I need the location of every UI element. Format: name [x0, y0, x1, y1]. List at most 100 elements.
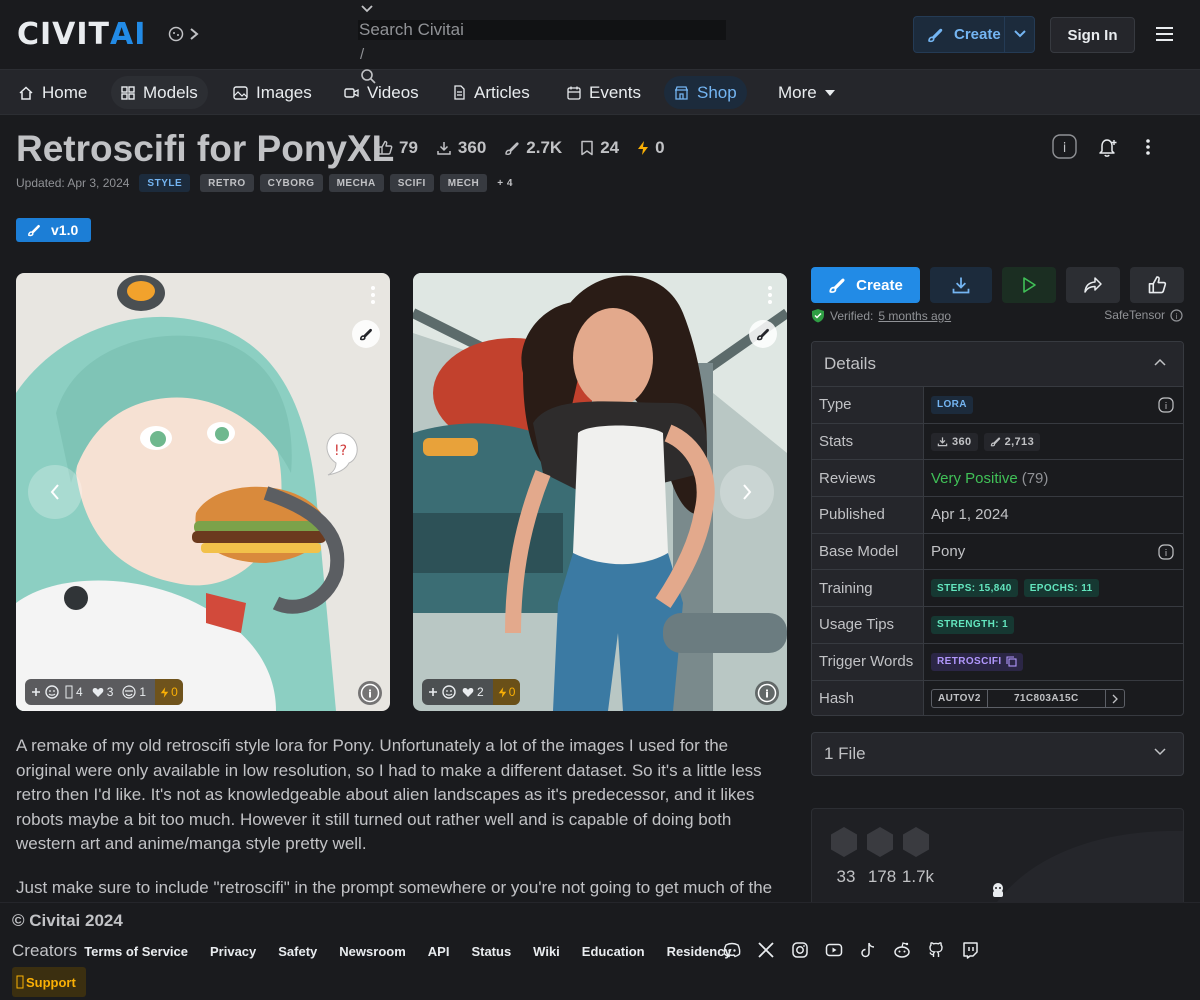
footer-link-education[interactable]: Education — [582, 944, 645, 959]
nav-more[interactable]: More — [768, 76, 845, 109]
model-actions: Create — [811, 267, 1184, 303]
youtube-icon[interactable] — [825, 941, 843, 959]
info-icon[interactable]: i — [1158, 544, 1174, 560]
files-label: 1 File — [824, 744, 866, 763]
reaction-laugh[interactable]: 4 — [65, 685, 83, 699]
download-icon — [937, 436, 948, 447]
reddit-icon[interactable] — [893, 941, 911, 959]
support-button[interactable]: Support — [12, 967, 86, 997]
share-button[interactable] — [1066, 267, 1120, 303]
image-menu-icon[interactable] — [370, 285, 376, 305]
detail-row-usage-tips: Usage Tips STRENGTH: 1 — [812, 607, 1183, 644]
footer-link-newsroom[interactable]: Newsroom — [339, 944, 405, 959]
creator-stat-value: 1.7k — [901, 867, 935, 886]
add-reaction-icon[interactable] — [428, 684, 458, 700]
nav-events[interactable]: Events — [557, 76, 651, 109]
footer-links: Creators Terms of Service Privacy Safety… — [12, 941, 754, 961]
footer-link-status[interactable]: Status — [471, 944, 511, 959]
nav-articles[interactable]: Articles — [443, 76, 540, 109]
twitch-icon[interactable] — [961, 941, 979, 959]
files-accordion[interactable]: 1 File — [811, 732, 1184, 776]
remix-brush-icon[interactable] — [352, 320, 380, 348]
footer-link-residency[interactable]: Residency — [667, 944, 732, 959]
reaction-heart[interactable]: 2 — [462, 685, 484, 699]
sign-in-button[interactable]: Sign In — [1050, 17, 1135, 53]
search-bar[interactable]: / — [358, 0, 728, 70]
social-links — [723, 941, 979, 959]
tag-cyborg[interactable]: CYBORG — [259, 174, 323, 192]
stat-generations-value: 2,713 — [1004, 435, 1035, 448]
discord-icon[interactable] — [723, 941, 741, 959]
review-rating[interactable]: Very Positive — [931, 470, 1018, 487]
tiktok-icon[interactable] — [859, 941, 877, 959]
reaction-buzz[interactable]: 0 — [155, 679, 183, 705]
likes-stat: 79 — [377, 138, 418, 158]
footer-link-wiki[interactable]: Wiki — [533, 944, 560, 959]
reaction-heart[interactable]: 3 — [92, 685, 113, 699]
more-options-icon[interactable] — [1145, 138, 1151, 156]
nav-images[interactable]: Images — [223, 76, 322, 109]
hash-value[interactable]: 71C803A15C — [988, 690, 1106, 708]
model-title: Retroscifi for PonyXL — [16, 128, 395, 169]
chevron-right-icon[interactable] — [188, 26, 200, 42]
search-magnifier-icon[interactable] — [360, 68, 376, 84]
github-icon[interactable] — [927, 941, 945, 959]
footer-link-creators[interactable]: Creators — [12, 941, 77, 961]
verified-date-link[interactable]: 5 months ago — [878, 309, 951, 323]
brush-icon — [926, 26, 944, 44]
instagram-icon[interactable] — [791, 941, 809, 959]
notification-bell-icon[interactable] — [1097, 136, 1119, 158]
reaction-cry[interactable]: 1 — [122, 685, 146, 699]
footer-link-privacy[interactable]: Privacy — [210, 944, 256, 959]
hamburger-menu-icon[interactable] — [1155, 26, 1174, 42]
hash-algo[interactable]: AUTOV2 — [932, 690, 988, 708]
run-button[interactable] — [1002, 267, 1056, 303]
footer-link-api[interactable]: API — [428, 944, 450, 959]
tag-retro[interactable]: RETRO — [200, 174, 254, 192]
details-header[interactable]: Details — [812, 342, 1183, 387]
nav-shop-label: Shop — [697, 82, 737, 102]
trigger-word-badge[interactable]: RETROSCIFI — [931, 652, 1023, 671]
remix-brush-icon[interactable] — [749, 320, 777, 348]
civitai-logo[interactable]: CIVIT AI — [17, 20, 146, 50]
tag-style[interactable]: STYLE — [139, 174, 191, 192]
create-dropdown-button[interactable]: Create — [913, 16, 1035, 53]
search-input[interactable] — [358, 20, 726, 40]
info-icon[interactable]: i — [1170, 308, 1183, 322]
reaction-buzz[interactable]: 0 — [492, 679, 521, 705]
image-info-icon[interactable]: i — [358, 681, 382, 705]
buzz-count: 0 — [171, 685, 178, 699]
add-reaction-icon[interactable] — [31, 684, 61, 700]
nav-videos[interactable]: Videos — [334, 76, 429, 109]
image-menu-icon[interactable] — [767, 285, 773, 305]
image-info-icon[interactable]: i — [755, 681, 779, 705]
browsing-level-icon[interactable] — [168, 26, 184, 42]
chevron-down-icon — [1154, 748, 1166, 756]
chevron-right-icon[interactable] — [1106, 690, 1124, 707]
nav-models[interactable]: Models — [111, 76, 208, 109]
tag-scifi[interactable]: SCIFI — [389, 174, 434, 192]
info-icon[interactable]: i — [1052, 134, 1077, 159]
tag-mech[interactable]: MECH — [439, 174, 488, 192]
like-button[interactable] — [1130, 267, 1184, 303]
carousel-prev-button[interactable] — [28, 465, 82, 519]
create-button[interactable]: Create — [811, 267, 920, 303]
tag-mecha[interactable]: MECHA — [328, 174, 384, 192]
carousel-next-button[interactable] — [720, 465, 774, 519]
info-icon[interactable]: i — [1158, 397, 1174, 413]
footer-link-terms[interactable]: Terms of Service — [84, 944, 188, 959]
more-tags[interactable]: + 4 — [493, 174, 517, 192]
detail-row-trigger-words: Trigger Words RETROSCIFI — [812, 643, 1183, 681]
nav-home[interactable]: Home — [8, 76, 97, 109]
nav-shop[interactable]: Shop — [664, 76, 747, 109]
hexagon-badge-icon — [903, 827, 929, 857]
model-description: A remake of my old retroscifi style lora… — [16, 734, 786, 919]
x-icon[interactable] — [757, 941, 775, 959]
footer-link-safety[interactable]: Safety — [278, 944, 317, 959]
brush-icon — [27, 223, 41, 237]
details-panel: Details Type LORA i Stats 360 2,713 Revi… — [811, 341, 1184, 716]
chevron-down-icon[interactable] — [360, 4, 374, 14]
version-v1-button[interactable]: v1.0 — [16, 218, 91, 242]
download-button[interactable] — [930, 267, 992, 303]
detail-row-published: Published Apr 1, 2024 — [812, 497, 1183, 534]
